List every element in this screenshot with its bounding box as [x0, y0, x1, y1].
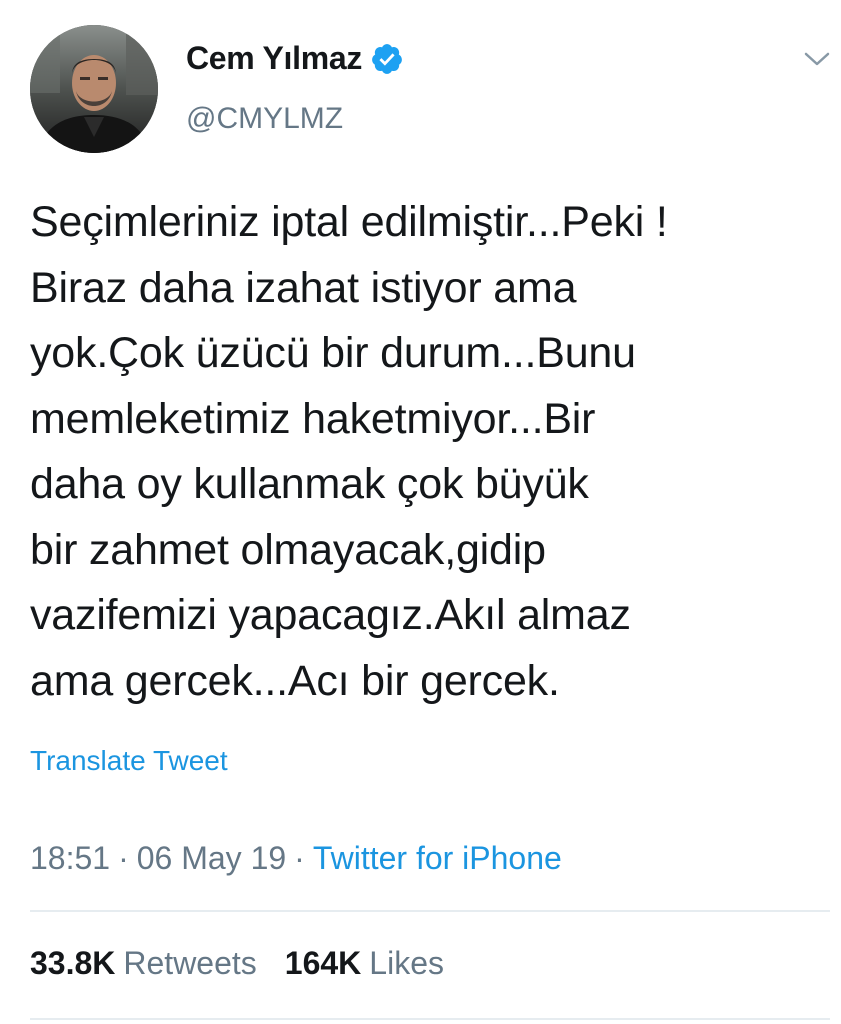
- divider: [30, 1018, 830, 1020]
- author-handle[interactable]: @CMYLMZ: [186, 102, 343, 136]
- tweet-text: Seçimleriniz iptal edilmiştir...Peki ! B…: [30, 198, 668, 705]
- tweet-stats: 33.8K Retweets 164K Likes: [30, 945, 444, 982]
- tweet-source-link[interactable]: Twitter for iPhone: [313, 840, 562, 876]
- tweet-time: 18:51: [30, 840, 111, 876]
- divider: [30, 910, 830, 912]
- likes-label: Likes: [369, 945, 444, 981]
- retweets-count: 33.8K: [30, 945, 116, 981]
- verified-badge-icon: [370, 42, 404, 76]
- tweet-meta: 18:51 · 06 May 19 · Twitter for iPhone: [30, 840, 562, 877]
- translate-tweet-link[interactable]: Translate Tweet: [30, 745, 228, 777]
- retweets-stat[interactable]: 33.8K Retweets: [30, 945, 257, 981]
- chevron-down-icon[interactable]: [800, 46, 834, 72]
- avatar-image: [30, 25, 158, 153]
- likes-count: 164K: [284, 945, 362, 981]
- meta-separator: ·: [118, 840, 129, 876]
- avatar[interactable]: [30, 25, 158, 153]
- tweet-date: 06 May 19: [136, 840, 287, 876]
- meta-separator: ·: [294, 840, 305, 876]
- author-name-text[interactable]: Cem Yılmaz: [186, 40, 362, 77]
- author-name[interactable]: Cem Yılmaz: [186, 40, 404, 77]
- likes-stat[interactable]: 164K Likes: [285, 945, 444, 981]
- retweets-label: Retweets: [123, 945, 257, 981]
